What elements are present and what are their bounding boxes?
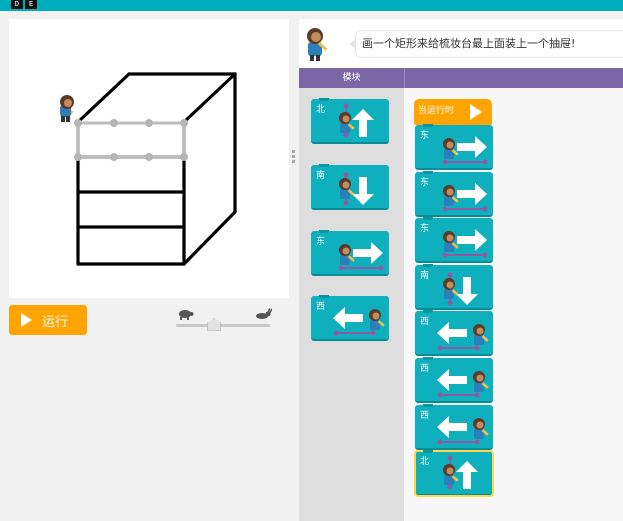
move-south-block[interactable]: 南 — [415, 263, 493, 310]
run-button-label: 运行 — [42, 314, 69, 330]
code-area: 画一个矩形来给梳妆台最上面装上一个抽屉! 模块 北南东西 当运行时 东东东南西西… — [299, 19, 623, 521]
header-divider — [404, 68, 405, 88]
move-east-block[interactable]: 东 — [415, 170, 493, 217]
block-direction-label: 东 — [316, 237, 326, 247]
move-east-block[interactable]: 东 — [415, 124, 493, 170]
when-run-block[interactable]: 当运行时 — [414, 99, 492, 125]
artist-avatar — [307, 28, 328, 61]
move-south-block[interactable]: 南 — [311, 164, 389, 210]
instruction-bubble: 画一个矩形来给梳妆台最上面装上一个抽屉! — [349, 30, 623, 58]
drawing-canvas — [9, 19, 289, 298]
workspace-header: 模块 — [299, 68, 623, 88]
toolbox: 北南东西 — [299, 88, 404, 521]
slider-track[interactable] — [176, 324, 270, 327]
block-direction-label: 北 — [316, 105, 326, 115]
logo-letter-e: E — [25, 0, 37, 9]
block-direction-label: 西 — [316, 302, 326, 312]
dresser-drawing — [60, 72, 237, 266]
block-direction-label: 东 — [420, 224, 430, 235]
move-north-block[interactable]: 北 — [311, 98, 389, 144]
toolbox-header-label: 模块 — [342, 73, 361, 83]
workspace: 当运行时 东东东南西西西北 — [404, 88, 623, 521]
move-east-block[interactable]: 东 — [415, 217, 493, 264]
move-west-block[interactable]: 西 — [415, 403, 493, 450]
turtle-icon — [179, 310, 194, 320]
block-direction-label: 东 — [420, 131, 430, 141]
move-west-block[interactable]: 西 — [415, 310, 493, 357]
block-direction-label: 西 — [420, 364, 430, 374]
move-east-block[interactable]: 东 — [311, 230, 389, 276]
move-west-block[interactable]: 西 — [311, 295, 389, 341]
speed-slider[interactable] — [174, 308, 272, 332]
logo-letter-d: D — [11, 0, 23, 9]
top-bar: D E — [0, 0, 623, 11]
run-button[interactable]: 运行 — [9, 305, 87, 335]
move-west-block[interactable]: 西 — [415, 357, 493, 403]
panel-resize-handle[interactable] — [292, 150, 295, 165]
play-icon — [21, 313, 32, 327]
play-icon — [470, 104, 482, 120]
instructions-panel: 画一个矩形来给梳妆台最上面装上一个抽屉! — [299, 19, 623, 68]
block-direction-label: 北 — [420, 457, 430, 468]
block-direction-label: 西 — [420, 317, 430, 328]
block-direction-label: 东 — [420, 177, 430, 188]
rabbit-icon — [256, 308, 272, 319]
move-north-block[interactable]: 北 — [414, 450, 494, 498]
when-run-label: 当运行时 — [418, 106, 455, 116]
block-direction-label: 西 — [420, 410, 430, 421]
block-direction-label: 南 — [420, 270, 430, 281]
slider-thumb[interactable] — [207, 318, 221, 331]
block-direction-label: 南 — [316, 171, 326, 181]
artist-character — [60, 95, 74, 122]
